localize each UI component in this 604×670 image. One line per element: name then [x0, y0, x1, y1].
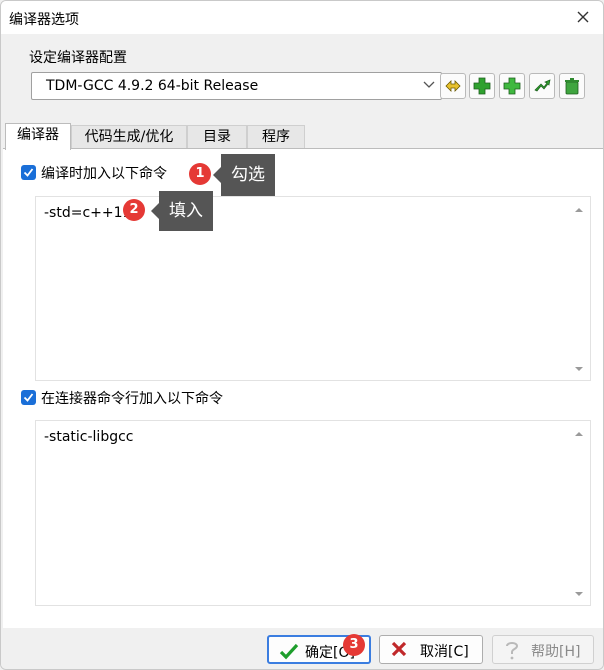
dialog-footer: 确定[O] 取消[C] 帮助[H] 3 — [1, 628, 603, 669]
help-icon — [506, 642, 519, 660]
window-title: 编译器选项 — [9, 12, 79, 28]
step-badge-2: 2 — [123, 199, 145, 221]
delete-config-icon — [565, 78, 579, 95]
cancel-button[interactable]: 取消[C] — [379, 635, 483, 664]
scroll-down-icon[interactable] — [574, 364, 584, 374]
scroll-down-icon[interactable] — [574, 589, 584, 599]
compile-commands-checkbox[interactable] — [21, 165, 36, 180]
callout-fill: 填入 — [151, 191, 213, 231]
close-button[interactable] — [571, 5, 595, 29]
tab-codegen[interactable]: 代码生成/优化 — [71, 125, 187, 149]
callout-check: 勾选 — [213, 154, 275, 196]
tab-compiler[interactable]: 编译器 — [5, 123, 71, 150]
tab-directories[interactable]: 目录 — [187, 125, 247, 149]
convert-config-icon — [534, 79, 551, 92]
callout-check-text: 勾选 — [231, 165, 265, 185]
copy-config-button[interactable] — [499, 73, 525, 99]
close-icon — [391, 641, 407, 657]
linker-commands-checkbox[interactable] — [21, 390, 36, 405]
copy-config-icon — [503, 77, 521, 95]
linker-commands-text: -static-libgcc — [44, 429, 134, 445]
compiler-options-dialog: 编译器选项 设定编译器配置 TDM-GCC 4.9.2 64-bit Relea… — [0, 0, 604, 670]
compiler-config-value: TDM-GCC 4.9.2 64-bit Release — [46, 78, 259, 94]
compiler-config-group: 设定编译器配置 TDM-GCC 4.9.2 64-bit Release — [15, 43, 593, 113]
checkmark-icon — [279, 643, 299, 660]
tab-bar: 编译器 代码生成/优化 目录 程序 — [1, 123, 603, 150]
scroll-up-icon[interactable] — [574, 429, 584, 439]
title-bar: 编译器选项 — [1, 1, 603, 34]
cancel-button-label: 取消[C] — [420, 644, 469, 660]
compile-commands-label[interactable]: 编译时加入以下命令 — [41, 163, 167, 183]
help-button-label: 帮助[H] — [531, 644, 581, 660]
scroll-up-icon[interactable] — [574, 205, 584, 215]
step-badge-1: 1 — [189, 163, 211, 185]
linker-commands-label[interactable]: 在连接器命令行加入以下命令 — [41, 388, 223, 408]
close-icon — [577, 11, 589, 23]
linker-commands-textarea[interactable]: -static-libgcc — [35, 420, 591, 606]
step-badge-3: 3 — [343, 634, 365, 656]
config-group-label: 设定编译器配置 — [29, 50, 127, 66]
help-button[interactable]: 帮助[H] — [492, 635, 594, 664]
convert-config-button[interactable] — [529, 73, 555, 99]
checkmark-icon — [23, 168, 34, 177]
add-config-icon — [473, 77, 491, 95]
rename-config-button[interactable] — [440, 73, 466, 99]
tab-programs[interactable]: 程序 — [247, 125, 305, 149]
compiler-config-select[interactable]: TDM-GCC 4.9.2 64-bit Release — [31, 72, 442, 100]
rename-config-icon — [445, 80, 461, 92]
compile-commands-textarea[interactable]: -std=c++11 — [35, 196, 591, 381]
callout-fill-text: 填入 — [169, 201, 203, 221]
checkmark-icon — [23, 393, 34, 402]
compile-commands-text: -std=c++11 — [44, 205, 132, 221]
add-config-button[interactable] — [469, 73, 495, 99]
delete-config-button[interactable] — [559, 73, 585, 99]
chevron-down-icon — [423, 81, 435, 88]
